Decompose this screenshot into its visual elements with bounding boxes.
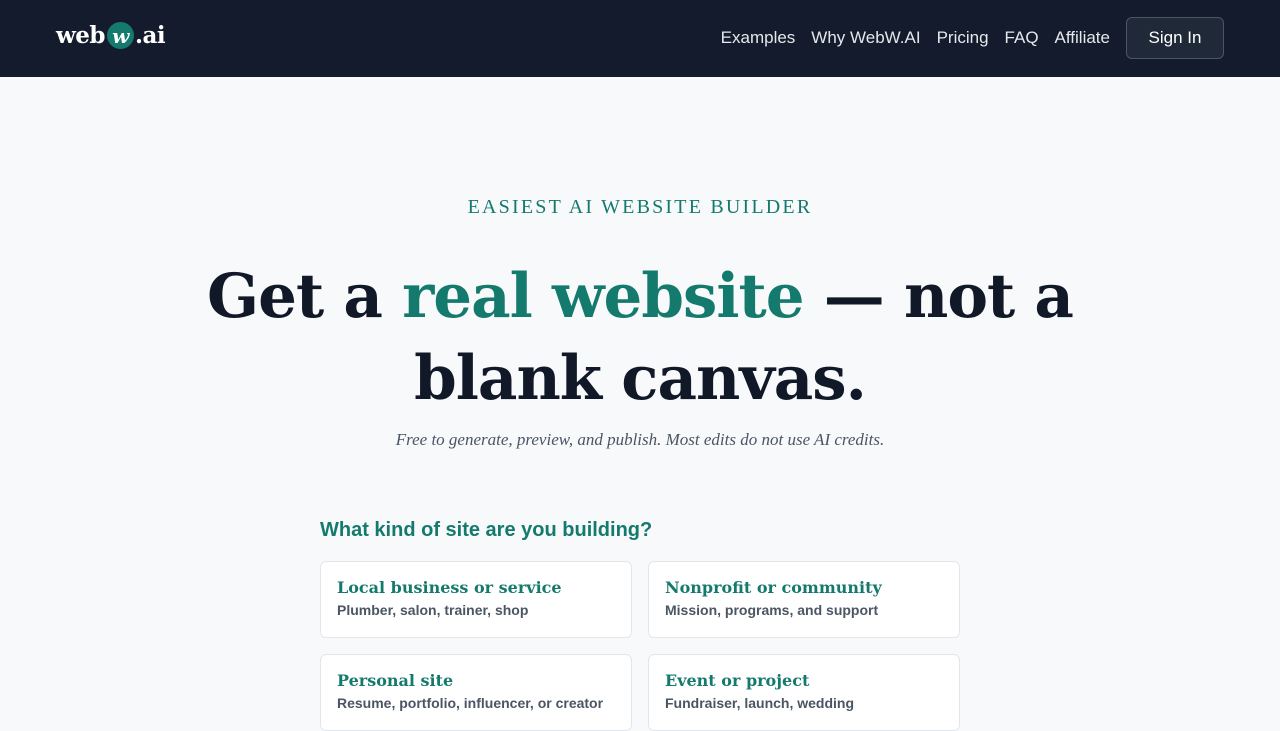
option-title: Local business or service <box>337 578 562 597</box>
headline-accent: real website <box>402 261 804 332</box>
nav-link-affiliate[interactable]: Affiliate <box>1055 28 1110 48</box>
site-type-option-nonprofit[interactable]: Nonprofit or community Mission, programs… <box>648 561 960 638</box>
site-type-option-personal[interactable]: Personal site Resume, portfolio, influen… <box>320 654 632 731</box>
site-type-question: What kind of site are you building? <box>320 519 653 541</box>
hero-subline: Free to generate, preview, and publish. … <box>395 430 885 449</box>
nav-link-examples[interactable]: Examples <box>721 28 796 48</box>
webw-logo[interactable]: web w .ai <box>56 22 166 49</box>
nav-link-why-webw[interactable]: Why WebW.AI <box>811 28 920 48</box>
logo-text-prefix: web <box>56 22 106 49</box>
nav-link-pricing[interactable]: Pricing <box>937 28 989 48</box>
hero-eyebrow: EASIEST AI WEBSITE BUILDER <box>467 196 813 218</box>
site-type-option-local-business[interactable]: Local business or service Plumber, salon… <box>320 561 632 638</box>
site-type-option-event[interactable]: Event or project Fundraiser, launch, wed… <box>648 654 960 731</box>
option-description: Resume, portfolio, influencer, or creato… <box>337 695 604 711</box>
hero-headline: Get a real website — not a blank canvas. <box>140 256 1140 420</box>
option-description: Plumber, salon, trainer, shop <box>337 602 529 618</box>
top-navigation-bar: web w .ai Examples Why WebW.AI Pricing F… <box>0 0 1280 77</box>
option-title: Nonprofit or community <box>665 578 882 597</box>
sign-in-button[interactable]: Sign In <box>1126 17 1224 59</box>
main-nav: Examples Why WebW.AI Pricing FAQ Affilia… <box>721 17 1224 59</box>
headline-part-1: Get a <box>207 261 403 332</box>
logo-text-suffix: .ai <box>135 22 166 49</box>
logo-w-mark-icon: w <box>107 22 135 49</box>
option-description: Mission, programs, and support <box>665 602 879 618</box>
nav-link-faq[interactable]: FAQ <box>1005 28 1039 48</box>
option-title: Event or project <box>665 671 810 690</box>
option-description: Fundraiser, launch, wedding <box>665 695 855 711</box>
option-title: Personal site <box>337 671 454 690</box>
